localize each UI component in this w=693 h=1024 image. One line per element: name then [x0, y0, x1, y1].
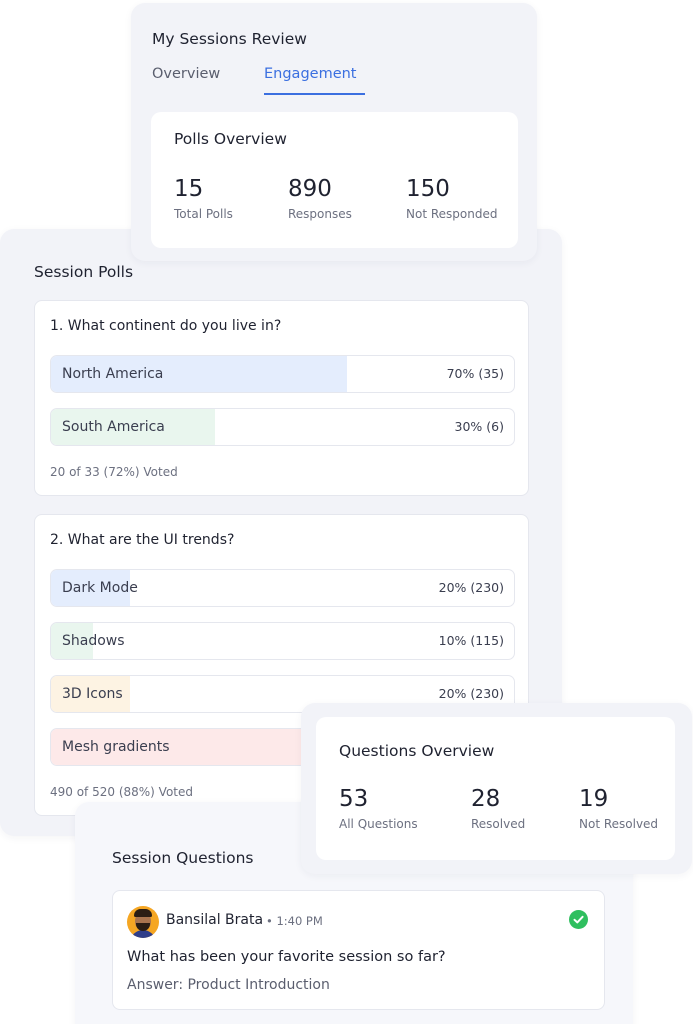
sessions-review-card: My Sessions Review Overview Engagement P… [131, 3, 537, 261]
poll-option-percent: 70% (35) [446, 366, 504, 381]
poll-option-label: Shadows [62, 633, 125, 649]
poll-option[interactable]: South America 30% (6) [50, 408, 515, 446]
stat-value: 28 [471, 786, 501, 812]
question-text: What has been your favorite session so f… [127, 949, 446, 965]
poll-option[interactable]: Dark Mode 20% (230) [50, 569, 515, 607]
stat-value: 150 [406, 176, 450, 202]
poll-question: 2. What are the UI trends? [50, 532, 235, 548]
poll-option-label: Dark Mode [62, 580, 138, 596]
polls-overview-title: Polls Overview [174, 130, 287, 148]
questions-overview-panel: Questions Overview 53 All Questions 28 R… [316, 717, 675, 860]
stat-responses: 890 Responses [288, 175, 352, 221]
question-item[interactable]: Bansilal Brata • 1:40 PM What has been y… [112, 890, 605, 1010]
polls-overview-panel: Polls Overview 15 Total Polls 890 Respon… [151, 112, 518, 248]
poll-option-label: South America [62, 419, 165, 435]
poll-option-label: North America [62, 366, 164, 382]
sessions-review-title: My Sessions Review [152, 30, 307, 48]
poll-option[interactable]: Shadows 10% (115) [50, 622, 515, 660]
stat-value: 890 [288, 176, 332, 202]
question-author: Bansilal Brata [166, 912, 264, 928]
stat-not-responded: 150 Not Responded [406, 175, 497, 221]
poll-1: 1. What continent do you live in? North … [34, 300, 529, 496]
stat-caption: Resolved [471, 817, 526, 831]
poll-option-percent: 20% (230) [438, 686, 504, 701]
poll-option-label: 3D Icons [62, 686, 123, 702]
stat-all-questions: 53 All Questions [339, 785, 418, 831]
tab-engagement[interactable]: Engagement [264, 66, 365, 95]
poll-option-percent: 10% (115) [438, 633, 504, 648]
poll-option-percent: 20% (230) [438, 580, 504, 595]
stat-total-polls: 15 Total Polls [174, 175, 233, 221]
stat-caption: Total Polls [174, 207, 233, 221]
stat-caption: Responses [288, 207, 352, 221]
avatar-icon [127, 906, 159, 938]
check-circle-icon[interactable] [569, 910, 588, 929]
stat-caption: Not Responded [406, 207, 498, 221]
session-questions-title: Session Questions [112, 849, 254, 867]
poll-option-percent: 30% (6) [454, 419, 504, 434]
stat-value: 15 [174, 176, 204, 202]
tab-overview[interactable]: Overview [152, 66, 220, 93]
session-polls-title: Session Polls [34, 263, 134, 281]
questions-overview-card: Questions Overview 53 All Questions 28 R… [301, 703, 692, 874]
question-time: • 1:40 PM [266, 914, 323, 928]
poll-voted-summary: 20 of 33 (72%) Voted [50, 465, 178, 479]
questions-overview-title: Questions Overview [339, 742, 495, 760]
poll-question: 1. What continent do you live in? [50, 318, 282, 334]
poll-option-label: Mesh gradients [62, 739, 170, 755]
stat-value: 19 [579, 786, 609, 812]
stat-not-resolved: 19 Not Resolved [579, 785, 658, 831]
poll-voted-summary: 490 of 520 (88%) Voted [50, 785, 193, 799]
stat-caption: All Questions [339, 817, 418, 831]
stat-caption: Not Resolved [579, 817, 659, 831]
poll-option[interactable]: North America 70% (35) [50, 355, 515, 393]
stat-value: 53 [339, 786, 369, 812]
answer-text: Answer: Product Introduction [127, 977, 330, 993]
stat-resolved: 28 Resolved [471, 785, 525, 831]
